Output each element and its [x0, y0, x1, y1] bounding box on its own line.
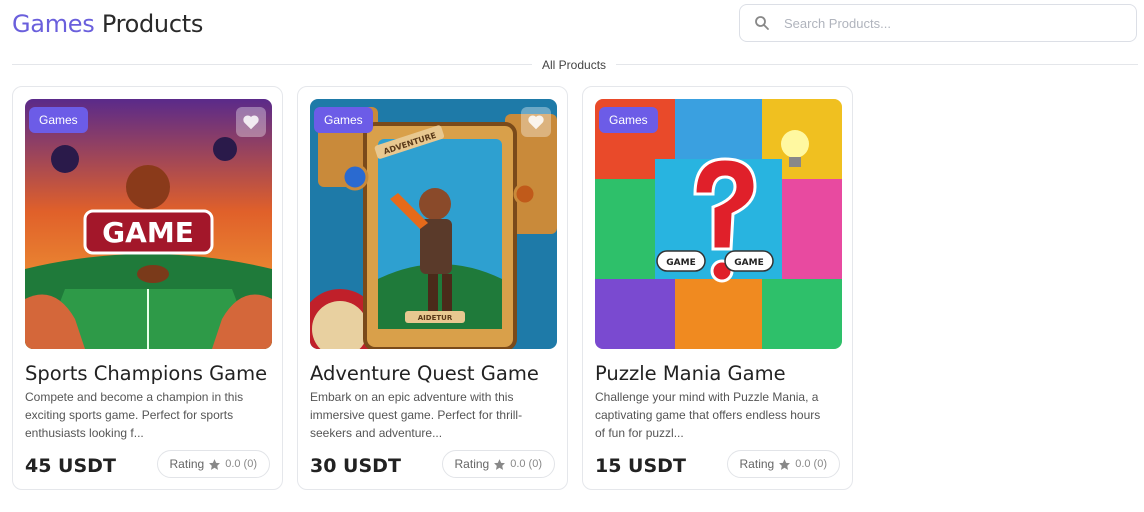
rating-label: Rating [454, 457, 490, 471]
product-name[interactable]: Adventure Quest Game [310, 362, 539, 385]
rating-pill: Rating 0.0 (0) [726, 450, 840, 478]
search-icon [755, 16, 769, 30]
product-card[interactable]: GAME Games Sports Champions Game Compete… [12, 86, 283, 490]
star-icon [209, 458, 221, 470]
page-title: Games Products [12, 10, 203, 38]
heart-icon [243, 115, 259, 130]
title-rest: Products [101, 10, 204, 38]
favorite-button[interactable] [236, 107, 266, 137]
product-card[interactable]: ADVENTURE AIDETUR Games Adventure Quest … [297, 86, 568, 490]
category-badge: Games [29, 107, 88, 133]
product-description: Embark on an epic adventure with this im… [310, 390, 523, 440]
star-icon [494, 458, 506, 470]
image-label-right: GAME [734, 258, 763, 268]
section-label: All Products [532, 58, 617, 72]
rating-label: Rating [169, 457, 205, 471]
rating-value: 0.0 (0) [510, 458, 542, 470]
image-footer-text: AIDETUR [418, 314, 453, 322]
favorite-button[interactable] [521, 107, 551, 137]
rating-label: Rating [739, 457, 775, 471]
product-name[interactable]: Puzzle Mania Game [595, 362, 786, 385]
heart-icon [528, 115, 544, 130]
product-price: 30 USDT [310, 455, 401, 477]
search-bar[interactable] [739, 4, 1137, 42]
rating-pill: Rating 0.0 (0) [156, 450, 270, 478]
product-description: Compete and become a champion in this ex… [25, 390, 244, 440]
star-icon [779, 458, 791, 470]
product-price: 45 USDT [25, 455, 116, 477]
image-label-left: GAME [666, 258, 695, 268]
product-description: Challenge your mind with Puzzle Mania, a… [595, 390, 821, 440]
rating-value: 0.0 (0) [795, 458, 827, 470]
product-name[interactable]: Sports Champions Game [25, 362, 267, 385]
product-image[interactable]: GAME GAME Games [595, 99, 842, 349]
category-badge: Games [599, 107, 658, 133]
image-title-text: GAME [102, 216, 194, 249]
product-card[interactable]: GAME GAME Games Puzzle Mania Game Challe… [582, 86, 853, 490]
rating-pill: Rating 0.0 (0) [441, 450, 555, 478]
rating-value: 0.0 (0) [225, 458, 257, 470]
category-badge: Games [314, 107, 373, 133]
product-image[interactable]: ADVENTURE AIDETUR Games [310, 99, 557, 349]
product-image[interactable]: GAME Games [25, 99, 272, 349]
title-accent: Games [12, 10, 95, 38]
product-price: 15 USDT [595, 455, 686, 477]
search-input[interactable] [782, 14, 1136, 32]
